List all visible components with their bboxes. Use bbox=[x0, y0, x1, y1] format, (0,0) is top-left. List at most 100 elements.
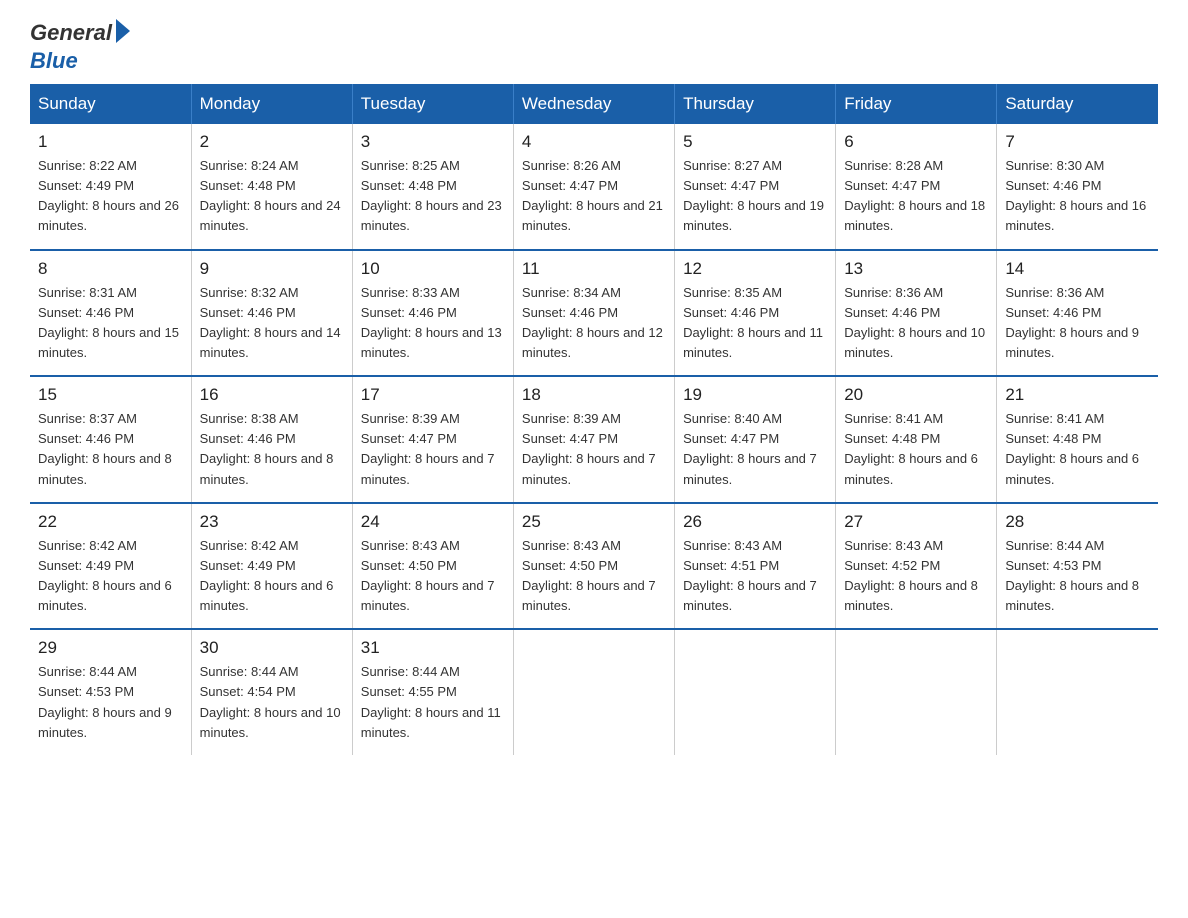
calendar-cell: 18Sunrise: 8:39 AMSunset: 4:47 PMDayligh… bbox=[513, 376, 674, 503]
calendar-cell: 3 Sunrise: 8:25 AMSunset: 4:48 PMDaylight… bbox=[352, 124, 513, 250]
day-info: Sunrise: 8:42 AMSunset: 4:49 PMDaylight:… bbox=[38, 536, 183, 617]
calendar-cell: 13 Sunrise: 8:36 AMSunset: 4:46 PMDayligh… bbox=[836, 250, 997, 377]
day-info: Sunrise: 8:39 AMSunset: 4:47 PMDaylight:… bbox=[361, 409, 505, 490]
calendar-week-row: 29 Sunrise: 8:44 AMSunset: 4:53 PMDayligh… bbox=[30, 629, 1158, 755]
day-number: 30 bbox=[200, 638, 344, 658]
day-number: 9 bbox=[200, 259, 344, 279]
calendar-week-row: 15Sunrise: 8:37 AMSunset: 4:46 PMDayligh… bbox=[30, 376, 1158, 503]
day-info: Sunrise: 8:43 AMSunset: 4:50 PMDaylight:… bbox=[361, 536, 505, 617]
day-number: 17 bbox=[361, 385, 505, 405]
day-number: 31 bbox=[361, 638, 505, 658]
day-number: 3 bbox=[361, 132, 505, 152]
day-info: Sunrise: 8:26 AMSunset: 4:47 PMDaylight:… bbox=[522, 156, 666, 237]
day-info: Sunrise: 8:43 AMSunset: 4:51 PMDaylight:… bbox=[683, 536, 827, 617]
day-number: 20 bbox=[844, 385, 988, 405]
day-number: 14 bbox=[1005, 259, 1150, 279]
calendar-cell: 12 Sunrise: 8:35 AMSunset: 4:46 PMDayligh… bbox=[675, 250, 836, 377]
day-info: Sunrise: 8:37 AMSunset: 4:46 PMDaylight:… bbox=[38, 409, 183, 490]
calendar-cell: 24 Sunrise: 8:43 AMSunset: 4:50 PMDayligh… bbox=[352, 503, 513, 630]
calendar-cell: 6 Sunrise: 8:28 AMSunset: 4:47 PMDaylight… bbox=[836, 124, 997, 250]
calendar-cell: 23Sunrise: 8:42 AMSunset: 4:49 PMDayligh… bbox=[191, 503, 352, 630]
day-info: Sunrise: 8:43 AMSunset: 4:50 PMDaylight:… bbox=[522, 536, 666, 617]
day-number: 8 bbox=[38, 259, 183, 279]
calendar-week-row: 8 Sunrise: 8:31 AMSunset: 4:46 PMDaylight… bbox=[30, 250, 1158, 377]
calendar-cell: 29 Sunrise: 8:44 AMSunset: 4:53 PMDayligh… bbox=[30, 629, 191, 755]
page-header: General Blue bbox=[30, 20, 1158, 74]
day-header-saturday: Saturday bbox=[997, 84, 1158, 124]
day-info: Sunrise: 8:31 AMSunset: 4:46 PMDaylight:… bbox=[38, 283, 183, 364]
calendar-cell bbox=[513, 629, 674, 755]
calendar-cell: 20Sunrise: 8:41 AMSunset: 4:48 PMDayligh… bbox=[836, 376, 997, 503]
day-number: 18 bbox=[522, 385, 666, 405]
day-info: Sunrise: 8:28 AMSunset: 4:47 PMDaylight:… bbox=[844, 156, 988, 237]
logo-arrow-icon bbox=[116, 19, 130, 43]
day-info: Sunrise: 8:25 AMSunset: 4:48 PMDaylight:… bbox=[361, 156, 505, 237]
day-number: 13 bbox=[844, 259, 988, 279]
day-number: 29 bbox=[38, 638, 183, 658]
calendar-cell: 8 Sunrise: 8:31 AMSunset: 4:46 PMDaylight… bbox=[30, 250, 191, 377]
day-number: 27 bbox=[844, 512, 988, 532]
calendar-cell: 2Sunrise: 8:24 AMSunset: 4:48 PMDaylight… bbox=[191, 124, 352, 250]
day-number: 4 bbox=[522, 132, 666, 152]
day-number: 26 bbox=[683, 512, 827, 532]
day-info: Sunrise: 8:41 AMSunset: 4:48 PMDaylight:… bbox=[1005, 409, 1150, 490]
calendar-cell: 5 Sunrise: 8:27 AMSunset: 4:47 PMDaylight… bbox=[675, 124, 836, 250]
calendar-cell: 27 Sunrise: 8:43 AMSunset: 4:52 PMDayligh… bbox=[836, 503, 997, 630]
calendar-header-row: SundayMondayTuesdayWednesdayThursdayFrid… bbox=[30, 84, 1158, 124]
day-number: 7 bbox=[1005, 132, 1150, 152]
day-info: Sunrise: 8:44 AMSunset: 4:53 PMDaylight:… bbox=[38, 662, 183, 743]
day-number: 5 bbox=[683, 132, 827, 152]
day-header-tuesday: Tuesday bbox=[352, 84, 513, 124]
day-number: 25 bbox=[522, 512, 666, 532]
calendar-cell: 16Sunrise: 8:38 AMSunset: 4:46 PMDayligh… bbox=[191, 376, 352, 503]
calendar-cell: 31 Sunrise: 8:44 AMSunset: 4:55 PMDayligh… bbox=[352, 629, 513, 755]
calendar-cell: 26 Sunrise: 8:43 AMSunset: 4:51 PMDayligh… bbox=[675, 503, 836, 630]
calendar-cell: 30 Sunrise: 8:44 AMSunset: 4:54 PMDayligh… bbox=[191, 629, 352, 755]
day-info: Sunrise: 8:36 AMSunset: 4:46 PMDaylight:… bbox=[1005, 283, 1150, 364]
day-number: 1 bbox=[38, 132, 183, 152]
day-number: 11 bbox=[522, 259, 666, 279]
calendar-cell: 17 Sunrise: 8:39 AMSunset: 4:47 PMDayligh… bbox=[352, 376, 513, 503]
day-info: Sunrise: 8:22 AMSunset: 4:49 PMDaylight:… bbox=[38, 156, 183, 237]
calendar-cell bbox=[997, 629, 1158, 755]
day-info: Sunrise: 8:27 AMSunset: 4:47 PMDaylight:… bbox=[683, 156, 827, 237]
day-number: 6 bbox=[844, 132, 988, 152]
day-header-friday: Friday bbox=[836, 84, 997, 124]
day-number: 23 bbox=[200, 512, 344, 532]
logo-general-text: General bbox=[30, 20, 112, 46]
day-info: Sunrise: 8:36 AMSunset: 4:46 PMDaylight:… bbox=[844, 283, 988, 364]
day-info: Sunrise: 8:44 AMSunset: 4:53 PMDaylight:… bbox=[1005, 536, 1150, 617]
day-number: 19 bbox=[683, 385, 827, 405]
day-header-sunday: Sunday bbox=[30, 84, 191, 124]
logo: General Blue bbox=[30, 20, 130, 74]
day-header-wednesday: Wednesday bbox=[513, 84, 674, 124]
day-number: 22 bbox=[38, 512, 183, 532]
day-info: Sunrise: 8:44 AMSunset: 4:55 PMDaylight:… bbox=[361, 662, 505, 743]
day-number: 12 bbox=[683, 259, 827, 279]
calendar-cell: 11 Sunrise: 8:34 AMSunset: 4:46 PMDayligh… bbox=[513, 250, 674, 377]
day-info: Sunrise: 8:43 AMSunset: 4:52 PMDaylight:… bbox=[844, 536, 988, 617]
calendar-cell bbox=[836, 629, 997, 755]
day-info: Sunrise: 8:33 AMSunset: 4:46 PMDaylight:… bbox=[361, 283, 505, 364]
calendar-cell: 10 Sunrise: 8:33 AMSunset: 4:46 PMDayligh… bbox=[352, 250, 513, 377]
calendar-cell: 4 Sunrise: 8:26 AMSunset: 4:47 PMDaylight… bbox=[513, 124, 674, 250]
day-number: 21 bbox=[1005, 385, 1150, 405]
day-header-monday: Monday bbox=[191, 84, 352, 124]
day-number: 28 bbox=[1005, 512, 1150, 532]
day-number: 2 bbox=[200, 132, 344, 152]
calendar-cell: 15Sunrise: 8:37 AMSunset: 4:46 PMDayligh… bbox=[30, 376, 191, 503]
day-number: 10 bbox=[361, 259, 505, 279]
day-info: Sunrise: 8:44 AMSunset: 4:54 PMDaylight:… bbox=[200, 662, 344, 743]
day-info: Sunrise: 8:34 AMSunset: 4:46 PMDaylight:… bbox=[522, 283, 666, 364]
calendar-week-row: 1 Sunrise: 8:22 AMSunset: 4:49 PMDaylight… bbox=[30, 124, 1158, 250]
day-info: Sunrise: 8:40 AMSunset: 4:47 PMDaylight:… bbox=[683, 409, 827, 490]
day-number: 16 bbox=[200, 385, 344, 405]
day-info: Sunrise: 8:35 AMSunset: 4:46 PMDaylight:… bbox=[683, 283, 827, 364]
calendar-cell: 7Sunrise: 8:30 AMSunset: 4:46 PMDaylight… bbox=[997, 124, 1158, 250]
calendar-cell: 9Sunrise: 8:32 AMSunset: 4:46 PMDaylight… bbox=[191, 250, 352, 377]
logo-blue-text: Blue bbox=[30, 48, 78, 74]
calendar-table: SundayMondayTuesdayWednesdayThursdayFrid… bbox=[30, 84, 1158, 755]
day-number: 24 bbox=[361, 512, 505, 532]
calendar-cell: 21 Sunrise: 8:41 AMSunset: 4:48 PMDayligh… bbox=[997, 376, 1158, 503]
calendar-cell bbox=[675, 629, 836, 755]
